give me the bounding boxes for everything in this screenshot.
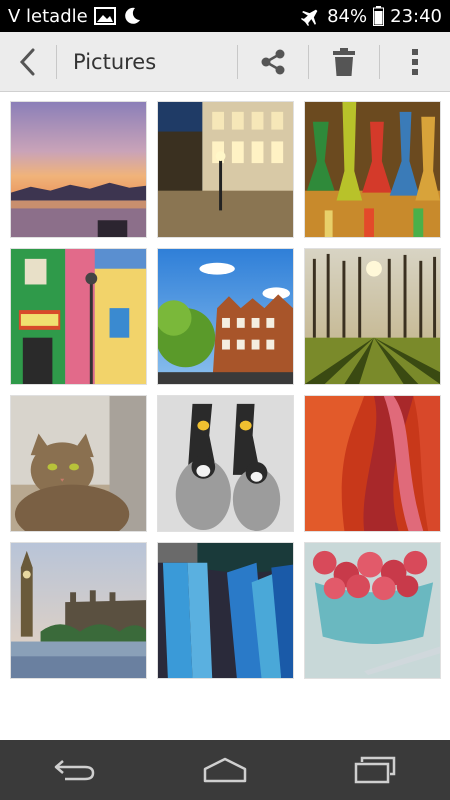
gallery-screen: V letadle 84% 23:40 Pictures [0,0,450,800]
thumbnail-penguins[interactable] [157,395,294,532]
battery-percent: 84% [327,5,368,27]
status-right: 84% 23:40 [301,6,442,27]
thumbnail-scarves[interactable] [157,542,294,679]
chevron-left-icon [19,48,35,75]
thumbnail-hookahs[interactable] [304,101,441,238]
thumbnail-forest[interactable] [304,248,441,385]
nav-home-button[interactable] [180,740,270,800]
share-button[interactable] [238,32,308,92]
thumbnail-cat[interactable] [10,395,147,532]
moon-icon [122,6,142,26]
picture-grid [10,101,441,679]
clock: 23:40 [390,5,442,27]
home-icon [203,757,247,783]
overflow-menu-button[interactable] [380,32,450,92]
recent-apps-icon [354,756,396,784]
thumbnail-town-square[interactable] [157,101,294,238]
nav-back-button[interactable] [30,740,120,800]
delete-button[interactable] [309,32,379,92]
nav-recents-button[interactable] [330,740,420,800]
status-bar: V letadle 84% 23:40 [0,0,450,32]
airplane-mode-icon [301,6,321,26]
action-bar: Pictures [0,32,450,92]
carrier-label: V letadle [8,5,88,27]
back-arrow-icon [54,760,95,781]
page-title: Pictures [73,49,157,74]
more-vert-icon [412,48,418,75]
thumbnail-amsterdam[interactable] [157,248,294,385]
thumbnail-big-ben[interactable] [10,542,147,679]
battery-icon [373,6,385,26]
navigation-bar [0,740,450,800]
trash-icon [333,47,355,76]
share-icon [261,49,285,74]
thumbnail-lake-sunset[interactable] [10,101,147,238]
thumbnail-raspberries[interactable] [304,542,441,679]
image-notification-icon [93,7,116,25]
thumbnail-canyon[interactable] [304,395,441,532]
thumbnail-caminito[interactable] [10,248,147,385]
back-button[interactable] [0,32,56,92]
status-left: V letadle [8,6,142,27]
